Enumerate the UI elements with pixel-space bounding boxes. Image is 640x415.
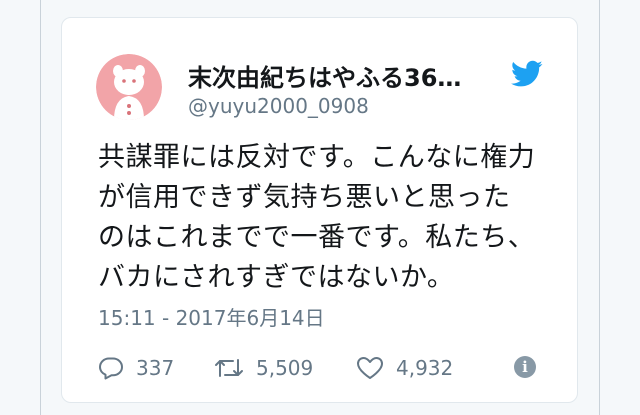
user-handle[interactable]: @yuyu2000_0908 xyxy=(188,94,369,118)
info-icon[interactable]: i xyxy=(514,356,536,378)
tweet-actions: 337 5,509 4,932 xyxy=(62,348,577,388)
avatar[interactable] xyxy=(96,54,162,120)
like-count: 4,932 xyxy=(396,356,454,380)
avatar-image xyxy=(96,54,162,120)
tweet-text-line: バカにされすぎではないか。 xyxy=(98,262,455,293)
tweet-text-line: のはこれまでで一番です。私たち、 xyxy=(98,222,536,253)
tweet-card[interactable]: 末次由紀ちはやふる36… @yuyu2000_0908 共謀罪には反対です。こん… xyxy=(61,17,578,403)
retweet-count: 5,509 xyxy=(256,356,314,380)
right-divider xyxy=(599,0,600,415)
reply-count: 337 xyxy=(136,356,175,380)
reply-icon xyxy=(99,357,123,380)
tweet-text-line: が信用できず気持ち悪いと思った xyxy=(98,182,511,213)
retweet-icon xyxy=(215,359,243,377)
like-button[interactable]: 4,932 xyxy=(356,348,453,388)
display-name[interactable]: 末次由紀ちはやふる36… xyxy=(188,58,461,93)
retweet-button[interactable]: 5,509 xyxy=(214,348,313,388)
twitter-bird-icon[interactable] xyxy=(511,60,543,88)
heart-icon xyxy=(357,357,383,379)
tweet-timestamp[interactable]: 15:11 - 2017年6月14日 xyxy=(98,302,325,331)
tweet-text: 共謀罪には反対です。こんなに権力 が信用できず気持ち悪いと思った のはこれまでで… xyxy=(98,138,558,298)
left-divider xyxy=(40,0,41,415)
tweet-text-line: 共謀罪には反対です。こんなに権力 xyxy=(98,142,536,173)
reply-button[interactable]: 337 xyxy=(98,348,174,388)
